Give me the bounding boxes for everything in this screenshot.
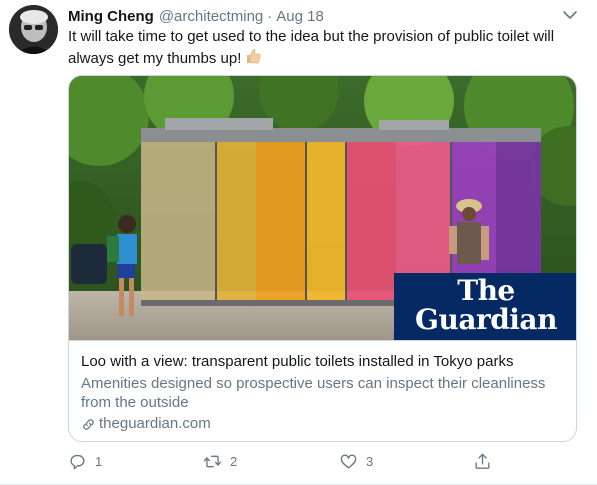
thumbs-up-icon bbox=[244, 47, 262, 71]
share-button[interactable] bbox=[473, 452, 500, 471]
tweet-header: Ming Cheng @architectming · Aug 18 bbox=[68, 6, 324, 26]
retweet-count: 2 bbox=[230, 454, 238, 469]
like-count: 3 bbox=[366, 454, 374, 469]
guardian-logo: The Guardian bbox=[394, 273, 576, 340]
card-domain: theguardian.com bbox=[99, 415, 211, 432]
reply-icon bbox=[70, 454, 85, 470]
card-domain-row: theguardian.com bbox=[81, 414, 567, 434]
guardian-logo-line1: The bbox=[457, 274, 515, 307]
like-button[interactable]: 3 bbox=[339, 452, 373, 471]
heart-icon bbox=[340, 454, 357, 469]
retweet-button[interactable]: 2 bbox=[203, 452, 237, 471]
separator-dot: · bbox=[267, 7, 273, 25]
avatar[interactable] bbox=[9, 5, 58, 54]
card-content[interactable]: Loo with a view: transparent public toil… bbox=[81, 352, 567, 434]
author-handle[interactable]: @architectming bbox=[159, 8, 263, 25]
reply-button[interactable]: 1 bbox=[68, 452, 102, 471]
tweet-text-container: It will take time to get used to the ide… bbox=[68, 27, 568, 71]
reply-count: 1 bbox=[95, 454, 103, 469]
card-title[interactable]: Loo with a view: transparent public toil… bbox=[81, 352, 567, 372]
avatar-photo bbox=[9, 5, 58, 54]
card-description: Amenities designed so prospective users … bbox=[81, 375, 546, 411]
card-image[interactable]: The Guardian bbox=[69, 76, 576, 341]
tweet-text: It will take time to get used to the ide… bbox=[68, 28, 555, 67]
link-card[interactable]: The Guardian Loo with a view: transparen… bbox=[68, 75, 577, 442]
chevron-down-icon[interactable] bbox=[562, 8, 578, 22]
tweet[interactable]: Ming Cheng @architectming · Aug 18 It wi… bbox=[0, 0, 597, 485]
guardian-logo-line2: Guardian bbox=[415, 303, 557, 336]
retweet-icon bbox=[203, 455, 222, 468]
tweet-actions: 1 2 3 bbox=[68, 452, 508, 472]
author-name[interactable]: Ming Cheng bbox=[68, 8, 154, 25]
share-icon bbox=[475, 453, 490, 469]
link-icon bbox=[83, 418, 94, 430]
tweet-date[interactable]: Aug 18 bbox=[276, 8, 324, 25]
